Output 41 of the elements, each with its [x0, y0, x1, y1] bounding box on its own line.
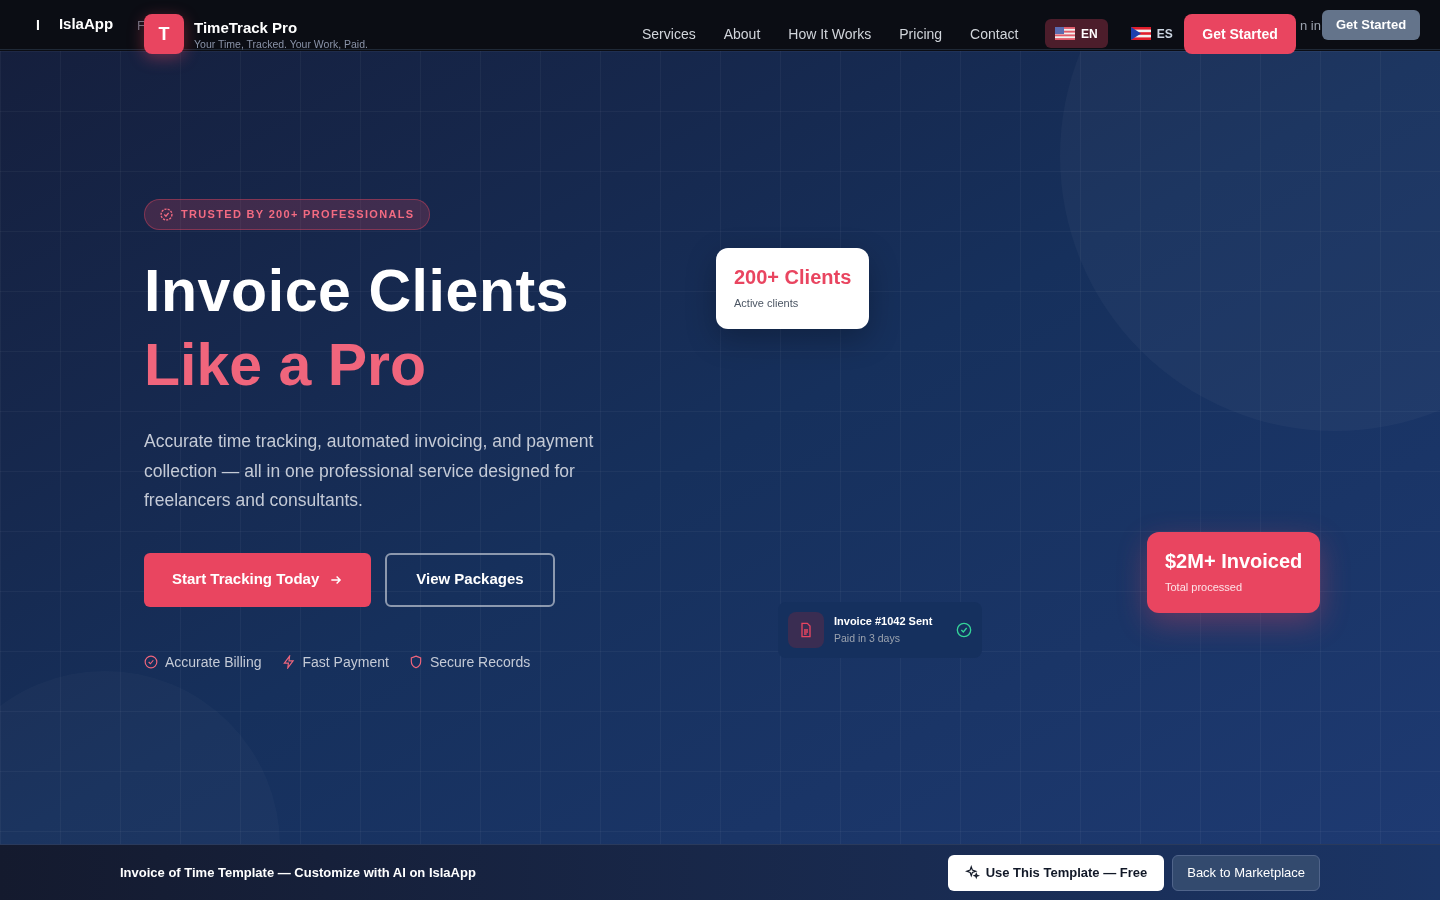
trusted-badge: TRUSTED BY 200+ PROFESSIONALS [144, 199, 431, 230]
hero-heading-accent: Like a Pro [144, 331, 426, 400]
nav-link[interactable]: Contact [970, 24, 1019, 45]
platform-get-started-button[interactable]: Get Started [1322, 10, 1421, 40]
check-circle-icon [160, 208, 173, 221]
use-template-button[interactable]: Use This Template — Free [947, 854, 1165, 891]
get-started-button[interactable]: Get Started [1184, 14, 1296, 54]
nav-link[interactable]: Services [642, 24, 696, 45]
stat-caption: Total processed [1165, 580, 1244, 595]
view-packages-button[interactable]: View Packages [385, 552, 555, 607]
feature-label: Fast Payment [302, 652, 389, 672]
feature-label: Accurate Billing [165, 652, 262, 672]
notification-title: Invoice #1042 Sent [834, 613, 933, 629]
brand-title: TimeTrack Pro [194, 18, 298, 38]
brand-tagline: Your Time, Tracked. Your Work, Paid. [194, 37, 368, 52]
template-bar-text: Invoice of Time Template — Customize with AI on IslaApp [120, 863, 476, 882]
stat-value: $2M+ Invoiced [1165, 549, 1303, 573]
striped-flag-icon [1055, 27, 1075, 40]
lightning-icon [281, 655, 296, 669]
nav-link[interactable]: About [723, 24, 761, 45]
platform-brand[interactable]: IslaApp [58, 13, 114, 36]
sparkles-icon [964, 865, 980, 880]
language-button[interactable]: EN [1045, 19, 1108, 48]
nav-link[interactable]: How It Works [788, 24, 872, 45]
check-circle-icon [956, 622, 972, 638]
hero-heading: Invoice Clients [144, 257, 570, 326]
notification-subtitle: Paid in 3 days [834, 631, 901, 647]
feature-label: Secure Records [429, 652, 531, 672]
shield-icon [408, 655, 423, 669]
start-tracking-button[interactable]: Start Tracking Today [144, 552, 372, 607]
nav-link[interactable]: Pricing [899, 24, 943, 45]
document-icon [788, 612, 824, 648]
stat-caption: Active clients [734, 296, 800, 311]
language-button[interactable]: ES [1120, 19, 1183, 48]
logo-tile: T [144, 14, 184, 54]
back-to-marketplace-button[interactable]: Back to Marketplace [1172, 854, 1320, 891]
platform-mark: I [36, 15, 40, 35]
hero-description: Accurate time tracking, automated invoicing, and payment collection — all in one professional service designed for freelancers and consultants. [144, 430, 595, 512]
check-circle-icon [144, 655, 158, 669]
sign-in-link[interactable]: n in [1300, 16, 1321, 36]
stat-value: 200+ Clients [734, 265, 852, 289]
